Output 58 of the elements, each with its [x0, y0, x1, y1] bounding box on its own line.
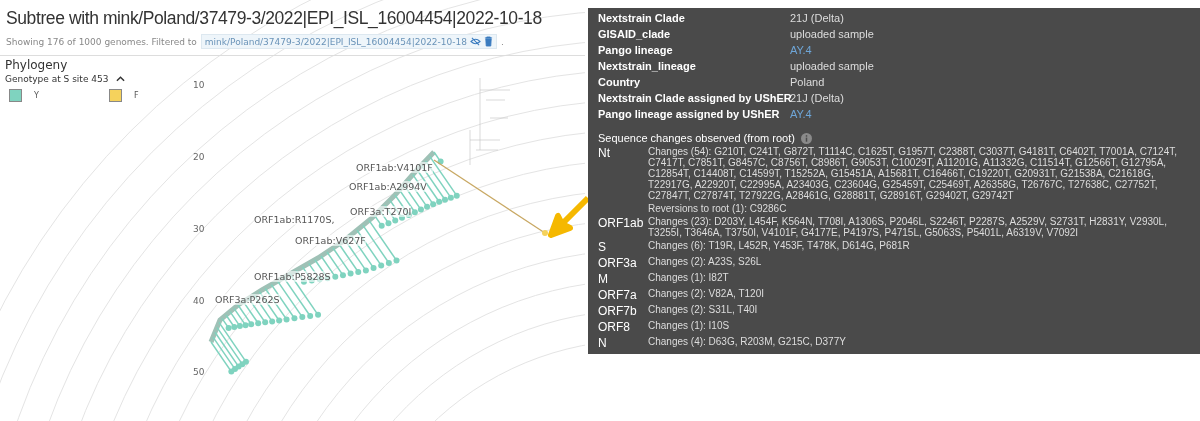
- attribute-label: Pango lineage: [598, 43, 674, 58]
- branch-label: ORF1ab:V627F: [295, 235, 366, 246]
- changes-text: Changes (54): G210T, C241T, G872T, T1114C, C1625T, G1957T, C2388T, C3037T, G4181T, C6402T, T7001A, C7124T, C7417T, C7851T, G8457C, C8756T, C8986T, G9053T, C10029T, A11201G, A11332G, C11514T, G12566T, G12795A, C12854T, C14408T, C14599T, T15252A, G15451A, A15681T, C16466T, C19220T, G20931T, G21538A, C21618G, T22917G, A22920T, C22995A, A23403G, C23604G, G25459T, C25469T, A26358G, T26767C, T27638C, C27752T, C27847T, C27874T, T27922G, A28461G, G28881T, G28916T, G29402T, G29742T: [648, 146, 1179, 201]
- gene-name: ORF7b: [598, 304, 638, 318]
- attribute-value: uploaded sample: [790, 59, 875, 74]
- branch-label: ORF1ab:V4101F: [356, 162, 433, 173]
- trash-icon[interactable]: [484, 36, 493, 47]
- attribute-label: Country: [598, 75, 642, 90]
- axis-tick-label: 50: [193, 367, 205, 377]
- branch-label: ORF1ab:A2994V: [349, 181, 427, 192]
- changes-text: Changes (23): D203Y, L454F, K564N, T708I, A1306S, P2046L, S2246T, P2287S, A2529V, S2731T, H2831Y, V2930L, T3255I, T3646A, T3750I, V4101F, G4177E, P4197S, P4715L, G5063S, P5401L, A6319V, V7092I: [648, 216, 1168, 238]
- legend-label: F: [134, 91, 139, 100]
- attribute-link[interactable]: AY.4: [790, 107, 1190, 122]
- legend-title: Genotype at S site 453: [5, 74, 109, 84]
- changes-text: Changes (1): I82T: [648, 272, 730, 283]
- changes-text: Changes (4): D63G, R203M, G215C, D377Y: [648, 336, 847, 347]
- attribute-label: Nextstrain Clade assigned by UShER: [598, 91, 790, 106]
- changes-text: Changes (2): V82A, T120I: [648, 288, 765, 299]
- branch-label: ORF3a:P262S: [215, 294, 280, 305]
- axis-tick-label: 10: [193, 80, 205, 90]
- gene-name: Nt: [598, 146, 611, 162]
- filter-chip[interactable]: mink/Poland/37479-3/2022|EPI_ISL_16004454|2022-10-18: [200, 34, 497, 49]
- eye-slash-icon[interactable]: [470, 37, 481, 46]
- info-icon[interactable]: [800, 132, 812, 144]
- axis-tick-label: 40: [193, 296, 205, 306]
- attribute-value: uploaded sample: [790, 27, 875, 42]
- attribute-label: Pango lineage assigned by UShER: [598, 107, 781, 122]
- attribute-label: GISAID_clade: [598, 27, 672, 42]
- changes-text: Changes (1): I10S: [648, 320, 731, 331]
- summary-text: Showing 176 of 1000 genomes. Filtered to: [6, 36, 197, 47]
- reversions-text: Reversions to root (1): C9286C: [648, 203, 788, 214]
- branch-label: ORF3a:T270I: [350, 206, 412, 217]
- gene-name: ORF1ab: [598, 216, 645, 232]
- branch-label: ORF1ab:P5828S: [254, 271, 331, 282]
- attribute-value: Poland: [790, 75, 826, 90]
- summary-period: .: [501, 36, 504, 47]
- panel-title: Phylogeny: [5, 58, 68, 72]
- changes-text: Changes (2): S31L, T40I: [648, 304, 759, 315]
- section-title: Sequence changes observed (from root): [598, 132, 795, 144]
- gene-name: S: [598, 240, 607, 254]
- gene-name: M: [598, 272, 609, 286]
- chevron-up-icon[interactable]: [116, 76, 126, 82]
- gene-name: ORF7a: [598, 288, 638, 302]
- gene-name: N: [598, 336, 608, 350]
- attribute-value: 21J (Delta): [790, 91, 845, 106]
- gene-name: ORF3a: [598, 256, 638, 270]
- axis-tick-label: 30: [193, 224, 205, 234]
- changes-text: Changes (2): A23S, S26L: [648, 256, 763, 267]
- branch-label: ORF1ab:R1170S,: [254, 214, 335, 225]
- legend-label: Y: [34, 91, 39, 100]
- attribute-label: Nextstrain Clade: [598, 11, 686, 26]
- attribute-label: Nextstrain_lineage: [598, 59, 697, 74]
- changes-text: Changes (6): T19R, L452R, Y453F, T478K, D614G, P681R: [648, 240, 911, 251]
- attribute-link[interactable]: AY.4: [790, 43, 1190, 58]
- attribute-value: 21J (Delta): [790, 11, 845, 26]
- gene-name: ORF8: [598, 320, 631, 334]
- page-title: Subtree with mink/Poland/37479-3/2022|EPI_ISL_16004454|2022-10-18: [6, 8, 542, 29]
- axis-tick-label: 20: [193, 152, 205, 162]
